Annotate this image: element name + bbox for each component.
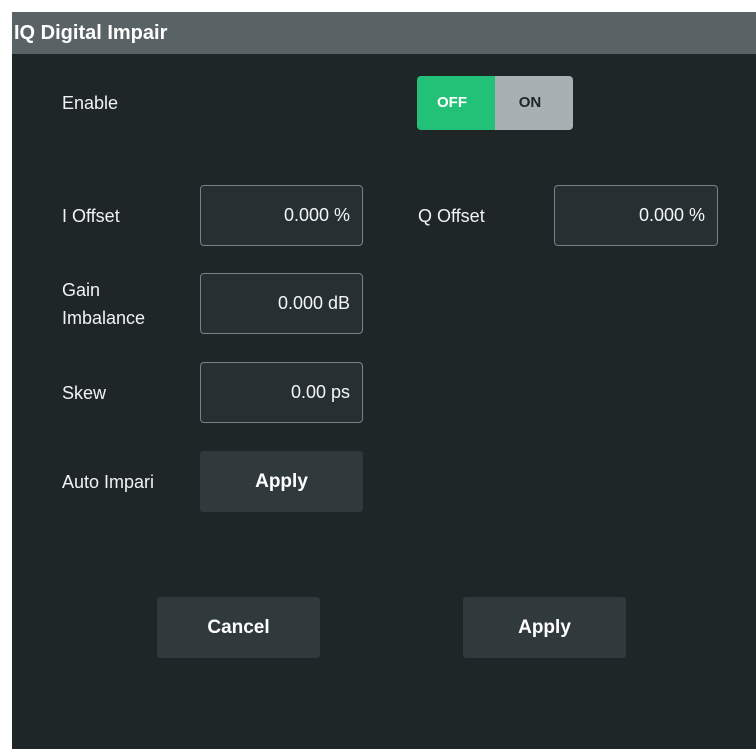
iq-digital-impair-dialog: IQ Digital Impair Enable OFF ON I Offset… — [12, 12, 756, 749]
i-offset-field[interactable]: 0.000 % — [200, 185, 363, 246]
skew-label: Skew — [62, 383, 107, 403]
toggle-off-option[interactable]: OFF — [417, 76, 495, 130]
q-offset-field[interactable]: 0.000 % — [554, 185, 718, 246]
toggle-on-option[interactable]: ON — [495, 76, 573, 130]
gain-imbalance-field[interactable]: 0.000 dB — [200, 273, 363, 334]
skew-field[interactable]: 0.00 ps — [200, 362, 363, 423]
auto-impair-apply-button[interactable]: Apply — [200, 451, 363, 512]
gain-imbalance-label-line2: Imbalance — [62, 308, 146, 328]
apply-button[interactable]: Apply — [463, 597, 626, 658]
i-offset-label: I Offset — [62, 206, 120, 226]
cancel-button[interactable]: Cancel — [157, 597, 320, 658]
q-offset-label: Q Offset — [418, 206, 485, 226]
enable-toggle[interactable]: OFF ON — [417, 76, 573, 130]
auto-impair-label: Auto Impari — [62, 472, 155, 492]
enable-label: Enable — [62, 93, 119, 113]
dialog-title: IQ Digital Impair — [12, 12, 756, 54]
gain-imbalance-label-line1: Gain — [62, 280, 101, 300]
